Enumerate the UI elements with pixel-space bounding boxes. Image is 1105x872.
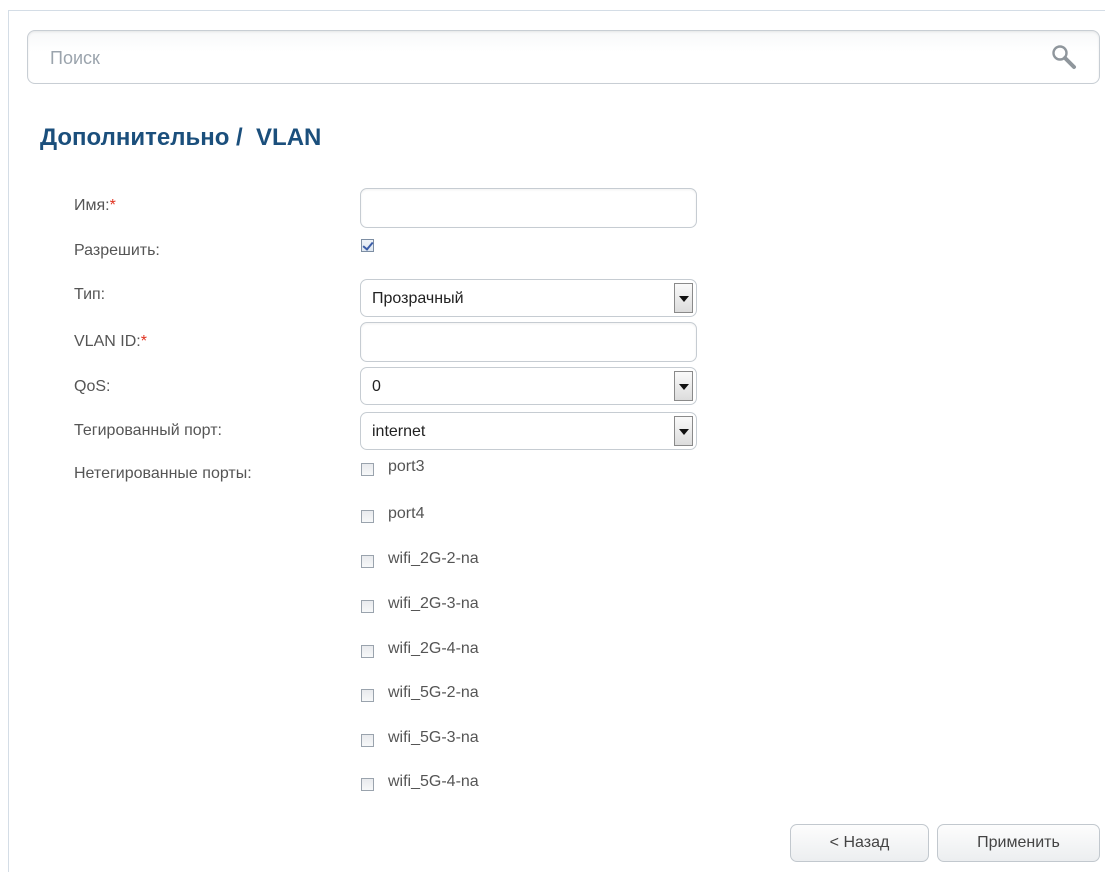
qos-label: QoS: [74, 378, 111, 395]
untagged-port-label: wifi_5G-3-na [388, 729, 479, 746]
required-mark: * [140, 333, 147, 350]
enable-label: Разрешить: [74, 242, 160, 259]
name-label: Имя:* [74, 197, 116, 215]
untagged-port-checkbox[interactable] [361, 645, 374, 658]
untagged-ports-label: Нетегированные порты: [74, 465, 252, 482]
enable-checkbox[interactable] [361, 239, 374, 252]
search-input[interactable] [48, 31, 1042, 85]
untagged-port-label: wifi_2G-2-na [388, 550, 479, 567]
untagged-port-label: wifi_5G-2-na [388, 684, 479, 701]
untagged-port-checkbox[interactable] [361, 463, 374, 476]
chevron-down-icon[interactable] [674, 283, 693, 313]
tagged-port-select-value: internet [372, 423, 426, 440]
untagged-port-label: wifi_2G-4-na [388, 640, 479, 657]
untagged-port-checkbox[interactable] [361, 734, 374, 747]
untagged-port-checkbox[interactable] [361, 689, 374, 702]
name-label-text: Имя: [74, 197, 110, 214]
vlan-id-label-text: VLAN ID: [74, 333, 141, 350]
untagged-port-checkbox[interactable] [361, 510, 374, 523]
vlan-id-label: VLAN ID:* [74, 333, 147, 351]
type-label: Тип: [74, 286, 106, 303]
untagged-port-label: port3 [388, 458, 425, 475]
chevron-down-icon[interactable] [674, 371, 693, 401]
untagged-port-label: port4 [388, 505, 425, 522]
tagged-port-select[interactable]: internet [360, 412, 697, 450]
untagged-port-label: wifi_2G-3-na [388, 595, 479, 612]
search-box[interactable] [27, 30, 1100, 85]
required-mark: * [109, 197, 116, 214]
vlan-id-input[interactable] [360, 322, 697, 362]
apply-button[interactable]: Применить [937, 824, 1100, 862]
chevron-down-icon[interactable] [674, 416, 693, 446]
type-select[interactable]: Прозрачный [360, 279, 697, 317]
qos-select-value: 0 [372, 378, 381, 395]
untagged-port-label: wifi_5G-4-na [388, 773, 479, 790]
type-select-value: Прозрачный [372, 290, 464, 307]
untagged-port-checkbox[interactable] [361, 600, 374, 613]
qos-select[interactable]: 0 [360, 367, 697, 405]
search-icon[interactable] [1051, 44, 1077, 70]
name-input[interactable] [360, 188, 697, 228]
tagged-port-label: Тегированный порт: [74, 422, 222, 439]
back-button[interactable]: < Назад [790, 824, 929, 862]
untagged-port-checkbox[interactable] [361, 778, 374, 791]
untagged-port-checkbox[interactable] [361, 555, 374, 568]
page-title: Дополнительно / VLAN [40, 124, 322, 151]
